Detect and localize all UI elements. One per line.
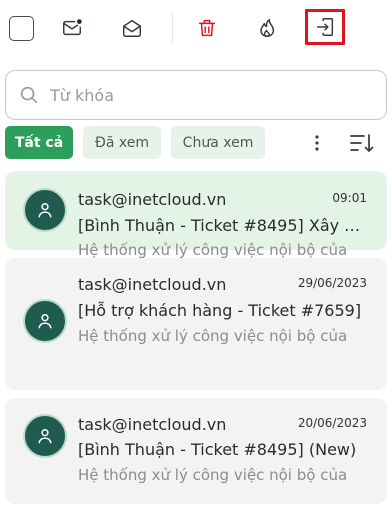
message-sender: task@inetcloud.vn (78, 275, 227, 294)
mark-important-button[interactable] (248, 10, 286, 46)
user-icon (38, 429, 52, 444)
search-input[interactable] (50, 85, 340, 105)
search-box (5, 70, 387, 120)
toolbar-divider (172, 12, 173, 44)
message-item[interactable]: task@inetcloud.vn 29/06/2023 [Hỗ trợ khá… (5, 258, 387, 390)
search-icon (20, 86, 38, 104)
filter-bar: Tất cả Đã xem Chưa xem (5, 126, 387, 160)
message-subject: [Bình Thuận - Ticket #8495] Xây dựng (78, 216, 368, 235)
sort-descending-icon (350, 134, 374, 152)
filter-unseen-button[interactable]: Chưa xem (171, 126, 265, 159)
toolbar (0, 0, 391, 56)
select-all-checkbox[interactable] (9, 16, 34, 41)
move-to-folder-button[interactable] (305, 9, 345, 45)
message-time: 29/06/2023 (297, 276, 367, 290)
message-preview: Hệ thống xử lý công việc nội bộ của (78, 241, 348, 259)
message-subject: [Bình Thuận - Ticket #8495] (New) (78, 440, 357, 459)
avatar (23, 299, 67, 343)
sort-button[interactable] (347, 128, 377, 158)
mail-unread-icon (63, 19, 82, 36)
message-sender: task@inetcloud.vn (78, 190, 227, 209)
mark-read-button[interactable] (113, 10, 151, 46)
message-preview: Hệ thống xử lý công việc nội bộ của (78, 466, 348, 484)
message-item[interactable]: task@inetcloud.vn 09:01 [Bình Thuận - Ti… (5, 171, 387, 259)
message-time: 20/06/2023 (297, 416, 367, 430)
message-sender: task@inetcloud.vn (78, 415, 227, 434)
message-item[interactable]: task@inetcloud.vn 20/06/2023 [Bình Thuận… (5, 398, 387, 504)
filter-all-button[interactable]: Tất cả (5, 126, 73, 159)
more-vertical-icon (315, 134, 319, 151)
avatar (23, 414, 67, 458)
more-options-button[interactable] (305, 126, 329, 159)
trash-icon (198, 19, 216, 37)
mark-unread-button[interactable] (53, 10, 91, 46)
message-preview: Hệ thống xử lý công việc nội bộ của (78, 327, 348, 345)
mail-open-icon (123, 19, 141, 37)
message-time: 09:01 (332, 191, 367, 205)
sign-in-icon (316, 18, 334, 36)
avatar (23, 188, 67, 232)
message-subject: [Hỗ trợ khách hàng - Ticket #7659] (78, 301, 362, 320)
user-icon (38, 203, 52, 218)
flame-icon (260, 19, 275, 37)
user-icon (38, 314, 52, 329)
filter-seen-button[interactable]: Đã xem (83, 126, 161, 159)
delete-button[interactable] (188, 10, 226, 46)
